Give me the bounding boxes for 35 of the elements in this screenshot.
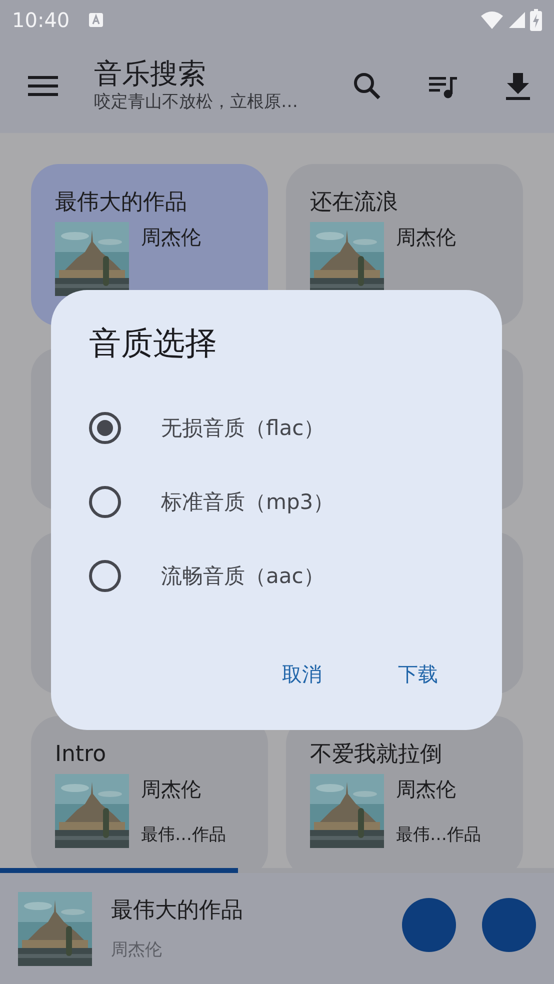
round-button[interactable]	[482, 898, 536, 952]
artist-name: 周杰伦	[141, 224, 201, 252]
app-subtitle: 咬定青山不放松，立根原…	[94, 91, 299, 114]
option-label: 标准音质（mp3）	[161, 488, 334, 516]
song-title: 最伟大的作品	[55, 190, 188, 216]
wifi-icon	[480, 10, 504, 30]
player-artist: 周杰伦	[111, 939, 163, 962]
round-button[interactable]	[402, 898, 456, 952]
song-title: Intro	[55, 742, 108, 768]
song-card[interactable]: 不爱我就拉倒 周杰伦 最伟…作品	[286, 716, 523, 868]
option-label: 无损音质（flac）	[161, 414, 325, 442]
radio-button[interactable]	[89, 486, 121, 518]
album-name: 最伟…作品	[141, 824, 226, 847]
battery-icon	[530, 8, 542, 31]
menu-button[interactable]	[28, 74, 60, 98]
song-title: 还在流浪	[310, 190, 399, 216]
notification-icon	[88, 12, 104, 28]
signal-icon	[508, 10, 526, 29]
download-button[interactable]	[504, 71, 532, 102]
radio-button[interactable]	[89, 412, 121, 444]
song-title: 不爱我就拉倒	[310, 742, 443, 768]
player-title: 最伟大的作品	[111, 896, 244, 924]
search-button[interactable]	[352, 71, 382, 102]
artist-name: 周杰伦	[396, 224, 456, 252]
dialog-button[interactable]: 取消	[272, 653, 332, 696]
album-name: 最伟…作品	[396, 824, 481, 847]
dialog-title: 音质选择	[89, 324, 218, 362]
artist-name: 周杰伦	[141, 776, 202, 804]
status-time: 10:40	[12, 6, 70, 34]
option-label: 流畅音质（aac）	[161, 562, 324, 590]
radio-button[interactable]	[89, 560, 121, 592]
song-card[interactable]: Intro 周杰伦 最伟…作品	[31, 716, 268, 868]
dialog-button[interactable]: 下载	[388, 653, 448, 696]
app-title: 音乐搜索	[94, 56, 207, 90]
artist-name: 周杰伦	[396, 776, 457, 804]
